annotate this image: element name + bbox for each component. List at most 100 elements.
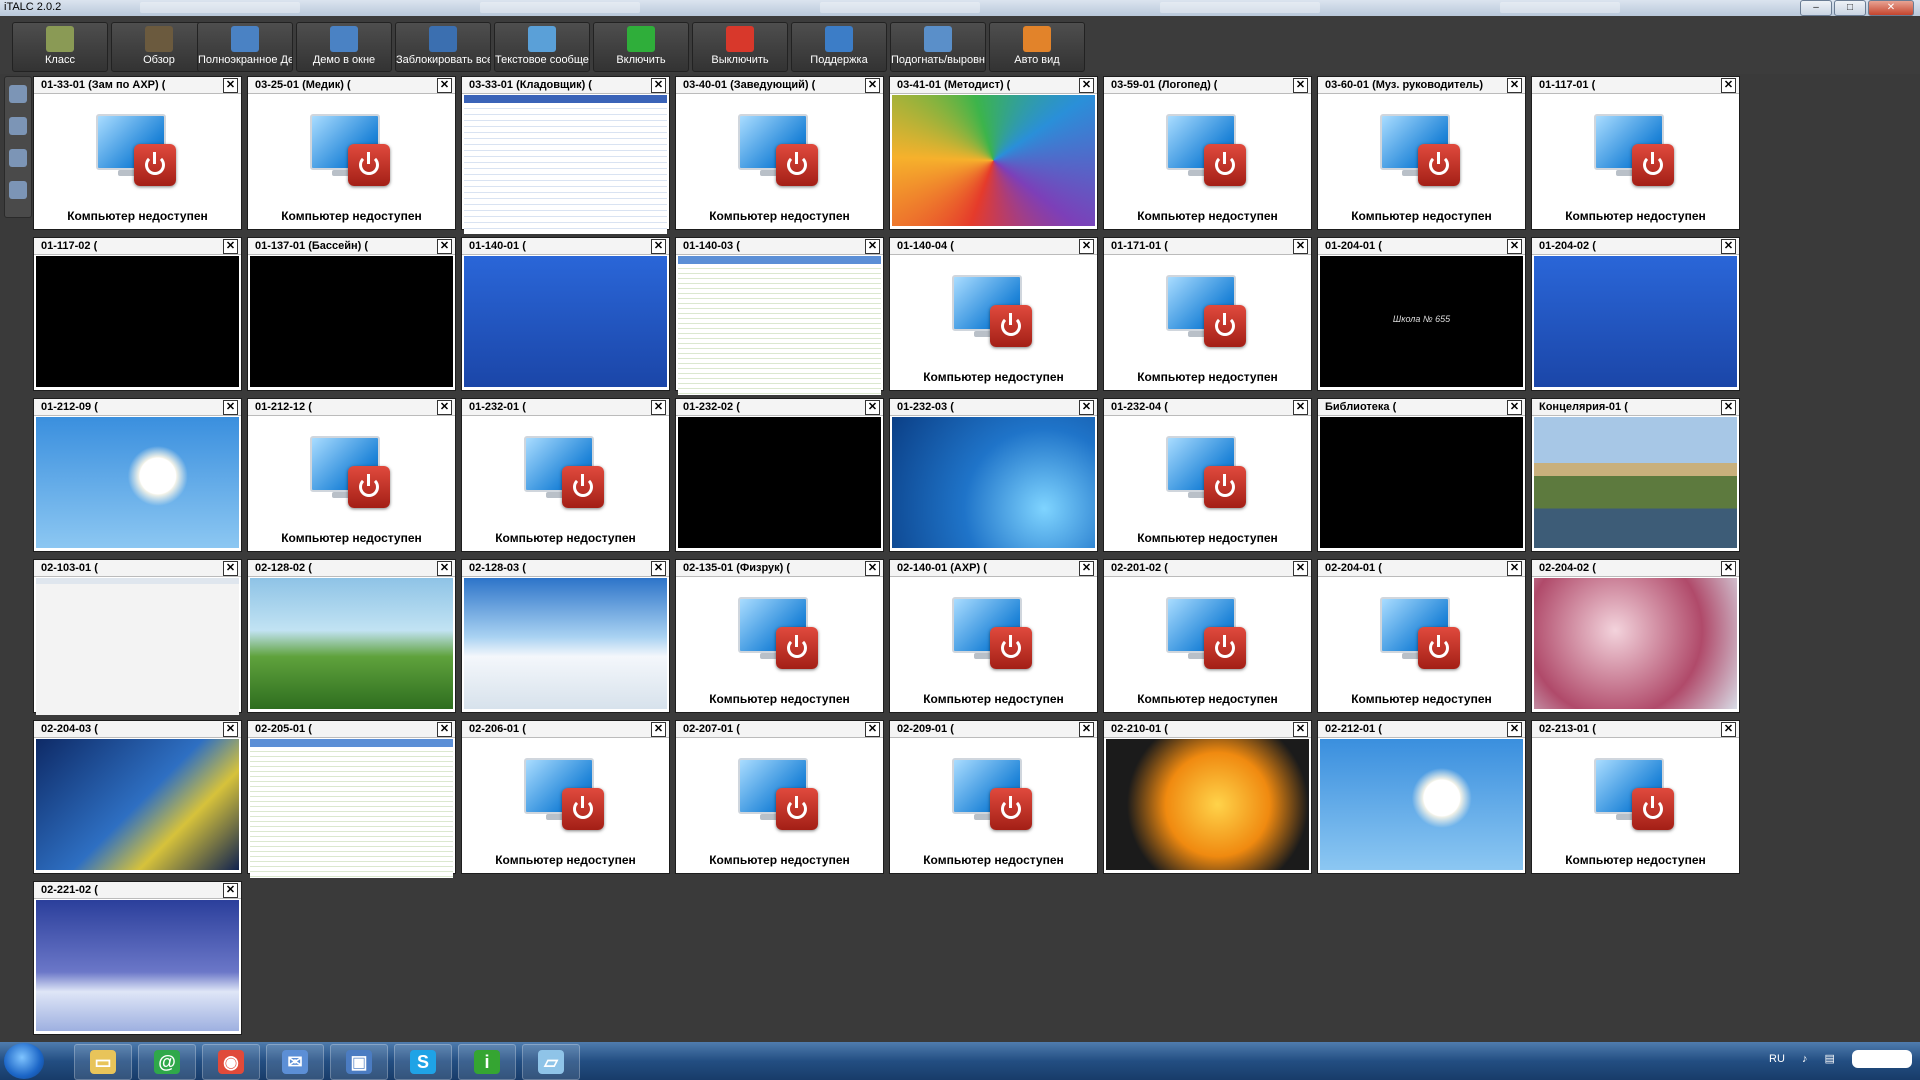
client-tile[interactable]: 01-204-02 (✕ <box>1531 237 1740 391</box>
client-tile[interactable]: 01-232-01 (✕ Компьютер недоступен <box>461 398 670 552</box>
client-tile[interactable]: 01-117-01 (✕ Компьютер недоступен <box>1531 76 1740 230</box>
toolbar-button-4[interactable]: Заблокировать все <box>395 22 491 72</box>
close-icon[interactable]: ✕ <box>437 561 452 576</box>
taskbar-item[interactable]: ▭ <box>74 1044 132 1080</box>
close-icon[interactable]: ✕ <box>1507 400 1522 415</box>
close-icon[interactable]: ✕ <box>1721 561 1736 576</box>
screen-thumbnail[interactable] <box>1534 578 1737 709</box>
screen-thumbnail[interactable] <box>1106 739 1309 870</box>
client-tile[interactable]: 01-232-02 (✕ <box>675 398 884 552</box>
client-tile[interactable]: 02-140-01 (АХР) (✕ Компьютер недоступен <box>889 559 1098 713</box>
screen-thumbnail[interactable] <box>250 739 453 878</box>
screen-thumbnail[interactable] <box>678 417 881 548</box>
clock[interactable] <box>1852 1050 1912 1068</box>
client-tile[interactable]: 02-205-01 (✕ <box>247 720 456 878</box>
screen-thumbnail[interactable] <box>678 256 881 395</box>
close-icon[interactable]: ✕ <box>1721 239 1736 254</box>
screen-thumbnail[interactable] <box>36 739 239 870</box>
client-tile[interactable]: 03-33-01 (Кладовщик) (✕ <box>461 76 670 234</box>
client-tile[interactable]: 03-40-01 (Заведующий) (✕ Компьютер недост… <box>675 76 884 230</box>
language-indicator[interactable]: RU <box>1769 1053 1785 1065</box>
close-icon[interactable]: ✕ <box>1507 78 1522 93</box>
close-icon[interactable]: ✕ <box>1721 400 1736 415</box>
close-button[interactable]: ✕ <box>1868 0 1914 16</box>
toolbar-button-7[interactable]: Выключить <box>692 22 788 72</box>
client-tile[interactable]: Библиотека (✕ <box>1317 398 1526 552</box>
screen-thumbnail[interactable] <box>250 578 453 709</box>
toolbar-button-1[interactable]: Обзор <box>111 22 207 72</box>
screen-thumbnail[interactable] <box>250 256 453 387</box>
close-icon[interactable]: ✕ <box>1293 239 1308 254</box>
close-icon[interactable]: ✕ <box>437 400 452 415</box>
toolbar-button-5[interactable]: Текстовое сообщение <box>494 22 590 72</box>
taskbar-item[interactable]: i <box>458 1044 516 1080</box>
close-icon[interactable]: ✕ <box>865 239 880 254</box>
client-tile[interactable]: 02-210-01 (✕ <box>1103 720 1312 874</box>
taskbar-item[interactable]: ◉ <box>202 1044 260 1080</box>
client-tile[interactable]: 02-207-01 (✕ Компьютер недоступен <box>675 720 884 874</box>
screen-thumbnail[interactable] <box>1320 739 1523 870</box>
close-icon[interactable]: ✕ <box>651 239 666 254</box>
close-icon[interactable]: ✕ <box>1507 239 1522 254</box>
close-icon[interactable]: ✕ <box>651 722 666 737</box>
close-icon[interactable]: ✕ <box>1079 78 1094 93</box>
screen-thumbnail[interactable] <box>36 578 239 715</box>
client-tile[interactable]: 02-103-01 (✕ <box>33 559 242 715</box>
close-icon[interactable]: ✕ <box>1293 400 1308 415</box>
client-tile[interactable]: 01-140-03 (✕ <box>675 237 884 395</box>
snapshots-icon[interactable] <box>9 117 27 135</box>
client-tile[interactable]: 01-140-04 (✕ Компьютер недоступен <box>889 237 1098 391</box>
close-icon[interactable]: ✕ <box>223 883 238 898</box>
close-icon[interactable]: ✕ <box>437 722 452 737</box>
close-icon[interactable]: ✕ <box>651 78 666 93</box>
client-tile[interactable]: 02-201-02 (✕ Компьютер недоступен <box>1103 559 1312 713</box>
client-tile[interactable]: 02-135-01 (Физрук) (✕ Компьютер недоступе… <box>675 559 884 713</box>
client-tile[interactable]: 03-41-01 (Методист) (✕ <box>889 76 1098 230</box>
screen-thumbnail[interactable]: Школа № 655 <box>1320 256 1523 387</box>
client-tile[interactable]: 01-232-04 (✕ Компьютер недоступен <box>1103 398 1312 552</box>
toolbar-button-6[interactable]: Включить <box>593 22 689 72</box>
screen-thumbnail[interactable] <box>1534 256 1737 387</box>
client-tile[interactable]: 01-140-01 (✕ <box>461 237 670 391</box>
close-icon[interactable]: ✕ <box>1079 722 1094 737</box>
screen-thumbnail[interactable] <box>1320 417 1523 548</box>
client-tile[interactable]: 01-204-01 (✕ Школа № 655 <box>1317 237 1526 391</box>
client-tile[interactable]: 02-209-01 (✕ Компьютер недоступен <box>889 720 1098 874</box>
close-icon[interactable]: ✕ <box>865 78 880 93</box>
taskbar-item[interactable]: S <box>394 1044 452 1080</box>
client-tile[interactable]: 02-213-01 (✕ Компьютер недоступен <box>1531 720 1740 874</box>
client-tile[interactable]: 02-204-01 (✕ Компьютер недоступен <box>1317 559 1526 713</box>
close-icon[interactable]: ✕ <box>1293 561 1308 576</box>
screen-thumbnail[interactable] <box>892 417 1095 548</box>
close-icon[interactable]: ✕ <box>1079 561 1094 576</box>
close-icon[interactable]: ✕ <box>651 400 666 415</box>
screen-thumbnail[interactable] <box>464 256 667 387</box>
close-icon[interactable]: ✕ <box>865 400 880 415</box>
taskbar-item[interactable]: ✉ <box>266 1044 324 1080</box>
client-tile[interactable]: 01-137-01 (Бассейн) (✕ <box>247 237 456 391</box>
client-tile[interactable]: 02-221-02 (✕ <box>33 881 242 1035</box>
screen-thumbnail[interactable] <box>464 578 667 709</box>
close-icon[interactable]: ✕ <box>1293 78 1308 93</box>
close-icon[interactable]: ✕ <box>223 722 238 737</box>
close-icon[interactable]: ✕ <box>437 78 452 93</box>
close-icon[interactable]: ✕ <box>223 561 238 576</box>
screen-thumbnail[interactable] <box>36 900 239 1031</box>
client-tile[interactable]: 01-117-02 (✕ <box>33 237 242 391</box>
toolbar-button-8[interactable]: Поддержка <box>791 22 887 72</box>
close-icon[interactable]: ✕ <box>1721 78 1736 93</box>
close-icon[interactable]: ✕ <box>1293 722 1308 737</box>
screen-thumbnail[interactable] <box>464 95 667 234</box>
toolbar-button-3[interactable]: Демо в окне <box>296 22 392 72</box>
close-icon[interactable]: ✕ <box>1507 561 1522 576</box>
client-tile[interactable]: 02-212-01 (✕ <box>1317 720 1526 874</box>
start-button[interactable] <box>4 1043 44 1079</box>
client-tile[interactable]: Концелярия-01 (✕ <box>1531 398 1740 552</box>
close-icon[interactable]: ✕ <box>651 561 666 576</box>
toolbar-button-10[interactable]: Авто вид <box>989 22 1085 72</box>
close-icon[interactable]: ✕ <box>1079 239 1094 254</box>
network-icon[interactable]: ▤ <box>1825 1053 1835 1065</box>
tools-icon[interactable] <box>9 181 27 199</box>
close-icon[interactable]: ✕ <box>223 400 238 415</box>
screen-thumbnail[interactable] <box>36 256 239 387</box>
